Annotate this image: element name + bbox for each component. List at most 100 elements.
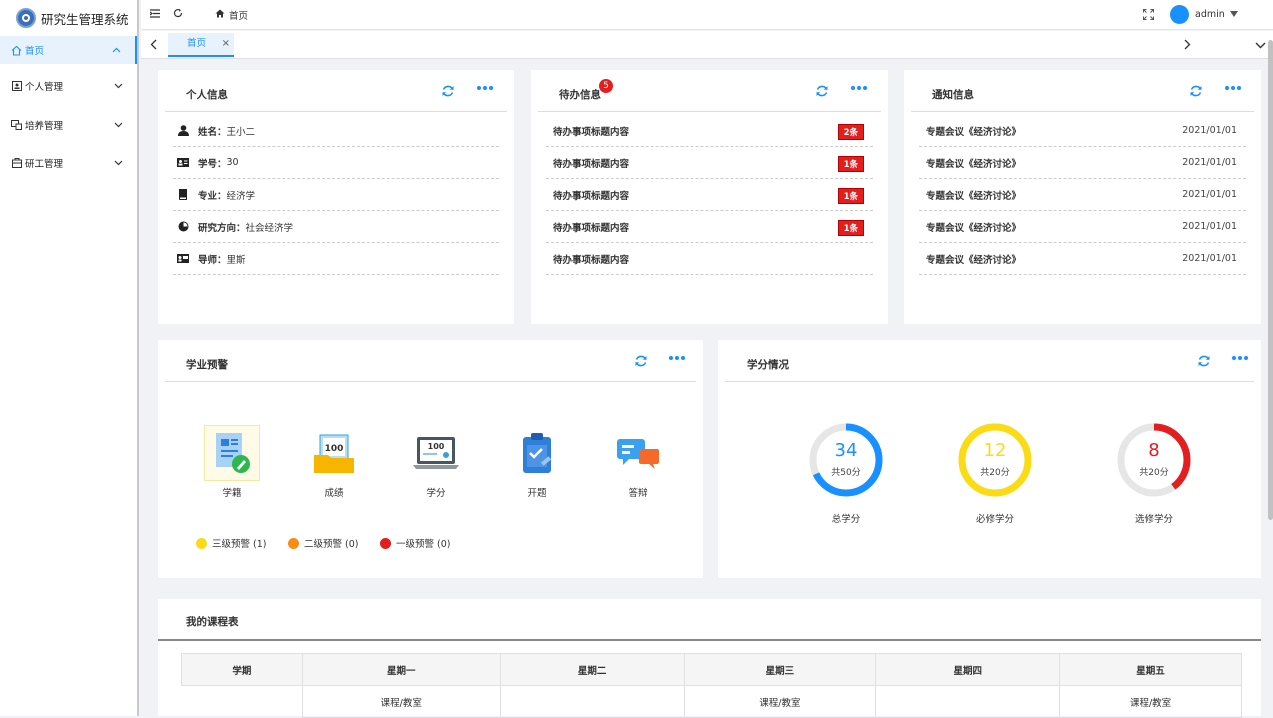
todo-text: 待办事项标题内容 [553, 158, 630, 170]
column-header: 星期四 [875, 653, 1061, 686]
card-title: 学业预警 [186, 359, 228, 371]
credit-label: 选修学分 [1134, 514, 1173, 525]
person-card-icon [11, 81, 22, 92]
todo-row[interactable]: 待办事项标题内容 [546, 243, 873, 275]
more-icon[interactable] [477, 86, 493, 90]
legend-label: 二级预警 (0) [304, 539, 359, 550]
todo-row[interactable]: 待办事项标题内容 1条 [546, 211, 873, 243]
tab-scroll-right-icon[interactable] [1184, 39, 1191, 53]
warning-item-status[interactable]: 学籍 [202, 425, 262, 499]
table-cell[interactable] [499, 685, 685, 718]
more-icon[interactable] [851, 86, 867, 90]
notice-row[interactable]: 专题会议《经济讨论》 2021/01/01 [919, 211, 1246, 243]
sidebar-item-training[interactable]: 培养管理 [0, 111, 137, 139]
info-key: 姓名： [198, 126, 227, 138]
info-row: 学号： 30 [173, 147, 499, 179]
grades-icon: 100 [306, 425, 362, 481]
card-title: 通知信息 [932, 89, 974, 101]
legend-item: 三级预警 (1) [196, 536, 266, 550]
score-text: 100 [325, 444, 344, 454]
chevron-down-icon[interactable] [1255, 41, 1266, 52]
scrollbar[interactable] [1268, 40, 1273, 520]
tab-bar: 首页 × [141, 31, 1273, 59]
warning-item-label: 开题 [527, 488, 547, 499]
username: admin [1195, 9, 1225, 20]
warning-item-label: 学分 [426, 488, 446, 499]
notice-text: 专题会议《经济讨论》 [926, 254, 1022, 266]
warning-item-defense[interactable]: 答辩 [608, 425, 668, 499]
notice-row[interactable]: 专题会议《经济讨论》 2021/01/01 [919, 147, 1246, 179]
refresh-icon[interactable] [815, 84, 829, 98]
credit-total: 共50分 [831, 468, 861, 478]
todo-row[interactable]: 待办事项标题内容 2条 [546, 115, 873, 147]
refresh-icon[interactable] [441, 84, 455, 98]
info-value: 社会经济学 [245, 222, 294, 234]
sidebar-item-research[interactable]: 研工管理 [0, 149, 137, 177]
warning-item-proposal[interactable]: 开题 [507, 425, 567, 499]
table-cell[interactable]: 课程/教室 [301, 685, 501, 718]
chat-bubble-icon [610, 425, 666, 481]
info-row: 研究方向： 社会经济学 [173, 211, 499, 243]
schedule-table: 学期 星期一 星期二 星期三 星期四 星期五 课程/教室 课程/教室 课程/教室 [181, 653, 1242, 718]
warning-item-grades[interactable]: 100 成绩 [304, 425, 364, 499]
card-title: 我的课程表 [186, 616, 239, 628]
notice-row[interactable]: 专题会议《经济讨论》 2021/01/01 [919, 243, 1246, 275]
warning-item-credits[interactable]: 100 学分 [406, 425, 466, 499]
legend-label: 三级预警 (1) [212, 539, 267, 550]
breadcrumb[interactable]: 首页 [215, 8, 248, 22]
refresh-icon[interactable] [634, 354, 648, 368]
teacher-icon [176, 254, 190, 263]
refresh-page-icon[interactable] [173, 8, 183, 18]
refresh-icon[interactable] [1197, 354, 1211, 368]
credit-value: 34 [834, 440, 858, 461]
table-cell[interactable]: 课程/教室 [683, 685, 877, 718]
fullscreen-icon[interactable] [1143, 9, 1154, 20]
sidebar-item-home[interactable]: 首页 [0, 36, 137, 64]
training-icon [11, 120, 22, 131]
sidebar: 研究生管理系统 首页 个人管理 培养管理 研工管理 [0, 0, 139, 716]
column-header: 星期五 [1059, 653, 1242, 686]
legend-dot [380, 537, 391, 549]
tab-scroll-left-icon[interactable] [150, 39, 157, 53]
tab-label: 首页 [187, 38, 207, 49]
breadcrumb-label: 首页 [229, 11, 249, 22]
menu-toggle-icon[interactable] [150, 9, 160, 18]
more-icon[interactable] [1232, 356, 1248, 360]
warning-item-label: 学籍 [222, 488, 242, 499]
book-icon [176, 189, 190, 200]
tab-home[interactable]: 首页 × [168, 33, 234, 57]
home-icon [11, 45, 22, 56]
notice-text: 专题会议《经济讨论》 [926, 190, 1022, 202]
card-header: 学业预警 [165, 340, 696, 382]
student-status-icon [204, 425, 260, 481]
credit-total: 共20分 [980, 468, 1010, 478]
more-icon[interactable] [1225, 86, 1241, 90]
avatar [1170, 5, 1189, 24]
info-key: 学号： [198, 158, 227, 170]
info-row: 专业： 经济学 [173, 179, 499, 211]
sidebar-item-personal[interactable]: 个人管理 [0, 72, 137, 100]
user-menu[interactable]: admin [1170, 5, 1238, 24]
notice-text: 专题会议《经济讨论》 [926, 126, 1022, 138]
legend-item: 一级预警 (0) [380, 536, 450, 550]
info-value: 30 [226, 157, 239, 168]
warning-item-label: 成绩 [324, 488, 344, 499]
todo-row[interactable]: 待办事项标题内容 1条 [546, 147, 873, 179]
more-icon[interactable] [669, 356, 685, 360]
notice-row[interactable]: 专题会议《经济讨论》 2021/01/01 [919, 115, 1246, 147]
refresh-icon[interactable] [1189, 84, 1203, 98]
todo-row[interactable]: 待办事项标题内容 1条 [546, 179, 873, 211]
table-cell[interactable] [875, 685, 1061, 718]
notice-date: 2021/01/01 [1182, 125, 1237, 136]
research-icon [11, 158, 22, 169]
close-icon[interactable]: × [222, 33, 230, 55]
info-key: 导师： [198, 254, 227, 266]
todo-text: 待办事项标题内容 [553, 190, 630, 202]
personal-info-card: 个人信息 姓名： 王小二 学号： 30 专业： 经济学 研究方向： 社会经济学 导师：里… [158, 70, 514, 324]
info-row: 姓名： 王小二 [173, 115, 499, 147]
notice-row[interactable]: 专题会议《经济讨论》 2021/01/01 [919, 179, 1246, 211]
credit-total: 共20分 [1139, 468, 1169, 478]
notice-text: 专题会议《经济讨论》 [926, 222, 1022, 234]
table-cell[interactable]: 课程/教室 [1059, 685, 1242, 718]
info-key: 专业： [198, 190, 227, 202]
